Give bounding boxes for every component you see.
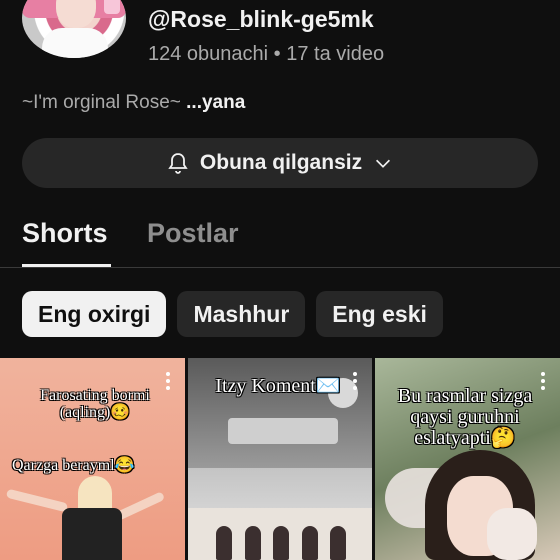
chip-oldest[interactable]: Eng eski	[316, 291, 443, 337]
chevron-down-icon	[372, 152, 394, 174]
short-thumbnail[interactable]: Itzy Koment✉️	[188, 358, 372, 560]
person-hand	[487, 508, 537, 560]
short-caption: Farosating bormi (aqling)🥴	[40, 387, 150, 421]
chip-latest[interactable]: Eng oxirgi	[22, 291, 167, 337]
more-vert-icon[interactable]	[165, 372, 171, 392]
avatar-tag	[104, 0, 120, 14]
dancer-body	[62, 508, 122, 560]
channel-tabs: Shorts Postlar	[0, 210, 560, 268]
subscribe-label: Obuna qilgansiz	[199, 151, 363, 174]
more-vert-icon[interactable]	[352, 372, 358, 392]
active-tab-indicator	[22, 264, 111, 267]
channel-bio[interactable]: ~I'm orginal Rose~ ...yana	[22, 92, 245, 114]
tab-posts[interactable]: Postlar	[147, 218, 239, 249]
channel-avatar[interactable]	[22, 0, 126, 58]
subscribe-button[interactable]: Obuna qilgansiz	[22, 138, 538, 188]
chip-popular[interactable]: Mashhur	[177, 291, 306, 337]
short-caption: Bu rasmlar sizga qaysi guruhni eslatyapt…	[397, 385, 533, 449]
ceiling-duct	[228, 418, 338, 444]
bell-icon	[166, 151, 190, 175]
avatar-shirt	[42, 28, 108, 58]
group-members	[216, 526, 346, 560]
short-thumbnail[interactable]: Bu rasmlar sizga qaysi guruhni eslatyapt…	[375, 358, 560, 560]
short-caption: Itzy Koment✉️	[215, 375, 341, 397]
bio-text: ~I'm orginal Rose~	[22, 92, 181, 113]
channel-handle: @Rose_blink-ge5mk	[148, 6, 374, 32]
short-caption: Qarzga berayml😂	[12, 457, 135, 474]
channel-stats: 124 obunachi • 17 ta video	[148, 43, 385, 65]
shorts-grid: Farosating bormi (aqling)🥴 Qarzga beraym…	[0, 358, 560, 560]
avatar-face	[56, 0, 96, 28]
more-vert-icon[interactable]	[540, 372, 546, 392]
tab-shorts[interactable]: Shorts	[22, 218, 108, 249]
dancer-arm	[5, 488, 69, 513]
short-thumbnail[interactable]: Farosating bormi (aqling)🥴 Qarzga beraym…	[0, 358, 185, 560]
bio-more-link[interactable]: ...yana	[186, 92, 245, 113]
sort-filter-chips: Eng oxirgi Mashhur Eng eski	[22, 291, 443, 337]
